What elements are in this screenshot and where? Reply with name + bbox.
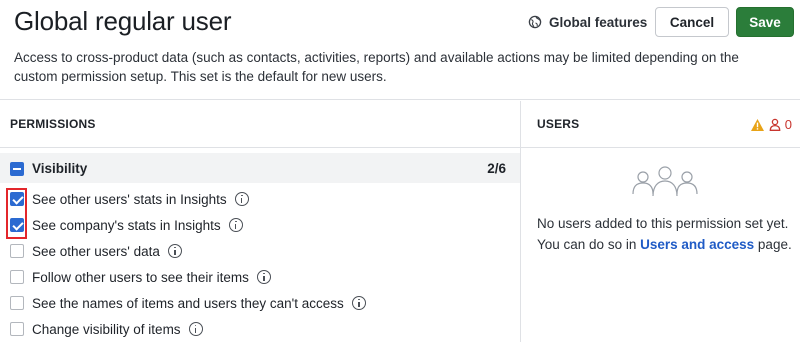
- info-icon[interactable]: [228, 217, 243, 232]
- save-button[interactable]: Save: [736, 7, 794, 37]
- users-count: 0: [784, 117, 792, 132]
- empty-state-line-2: You can do so in Users and access page.: [537, 237, 792, 252]
- page-header: Global regular user Global features Canc…: [0, 0, 800, 100]
- globe-icon: [528, 15, 542, 29]
- info-icon[interactable]: [188, 321, 203, 336]
- permission-checkbox[interactable]: [10, 322, 24, 336]
- permission-checkbox[interactable]: [10, 244, 24, 258]
- permission-label: Follow other users to see their items: [32, 269, 271, 285]
- global-features-label: Global features: [549, 14, 648, 30]
- permissions-panel: PERMISSIONS Visibility 2/6 See other use…: [0, 101, 521, 342]
- permission-row[interactable]: See company's stats in Insights: [0, 212, 520, 238]
- visibility-group-row[interactable]: Visibility 2/6: [0, 153, 520, 183]
- users-and-access-link[interactable]: Users and access: [640, 237, 754, 252]
- permission-label: See company's stats in Insights: [32, 217, 243, 233]
- cancel-button[interactable]: Cancel: [655, 7, 729, 37]
- users-empty-state: No users added to this permission set ye…: [537, 213, 797, 255]
- permission-row[interactable]: Change visibility of items: [0, 316, 520, 342]
- permission-row[interactable]: See the names of items and users they ca…: [0, 290, 520, 316]
- empty-state-line-1: No users added to this permission set ye…: [537, 216, 789, 231]
- users-status: 0: [750, 117, 792, 132]
- permission-label: See other users' data: [32, 243, 182, 259]
- permission-row[interactable]: Follow other users to see their items: [0, 264, 520, 290]
- permission-row[interactable]: See other users' data: [0, 238, 520, 264]
- visibility-group-count: 2/6: [487, 160, 506, 176]
- visibility-group-label: Visibility: [32, 160, 88, 176]
- permission-label: Change visibility of items: [32, 321, 203, 337]
- permission-checkbox[interactable]: [10, 296, 24, 310]
- page-title: Global regular user: [14, 6, 232, 36]
- visibility-group-checkbox[interactable]: [10, 162, 24, 176]
- global-features-link[interactable]: Global features: [528, 12, 647, 32]
- info-icon[interactable]: [167, 243, 182, 258]
- info-icon[interactable]: [256, 269, 271, 284]
- info-icon[interactable]: [351, 295, 366, 310]
- page-description: Access to cross-product data (such as co…: [14, 50, 739, 84]
- users-group-icon: [632, 166, 698, 197]
- permission-label: See the names of items and users they ca…: [32, 295, 366, 311]
- user-icon: [769, 118, 781, 131]
- permission-row[interactable]: See other users' stats in Insights: [0, 186, 520, 212]
- users-panel: USERS 0 No users added to this permissio…: [521, 101, 800, 342]
- permissions-heading: PERMISSIONS: [0, 101, 520, 148]
- permission-label: See other users' stats in Insights: [32, 191, 249, 207]
- permission-checkbox[interactable]: [10, 270, 24, 284]
- warning-icon: [750, 118, 764, 131]
- checkbox-highlight-box: [6, 188, 27, 239]
- info-icon[interactable]: [234, 191, 249, 206]
